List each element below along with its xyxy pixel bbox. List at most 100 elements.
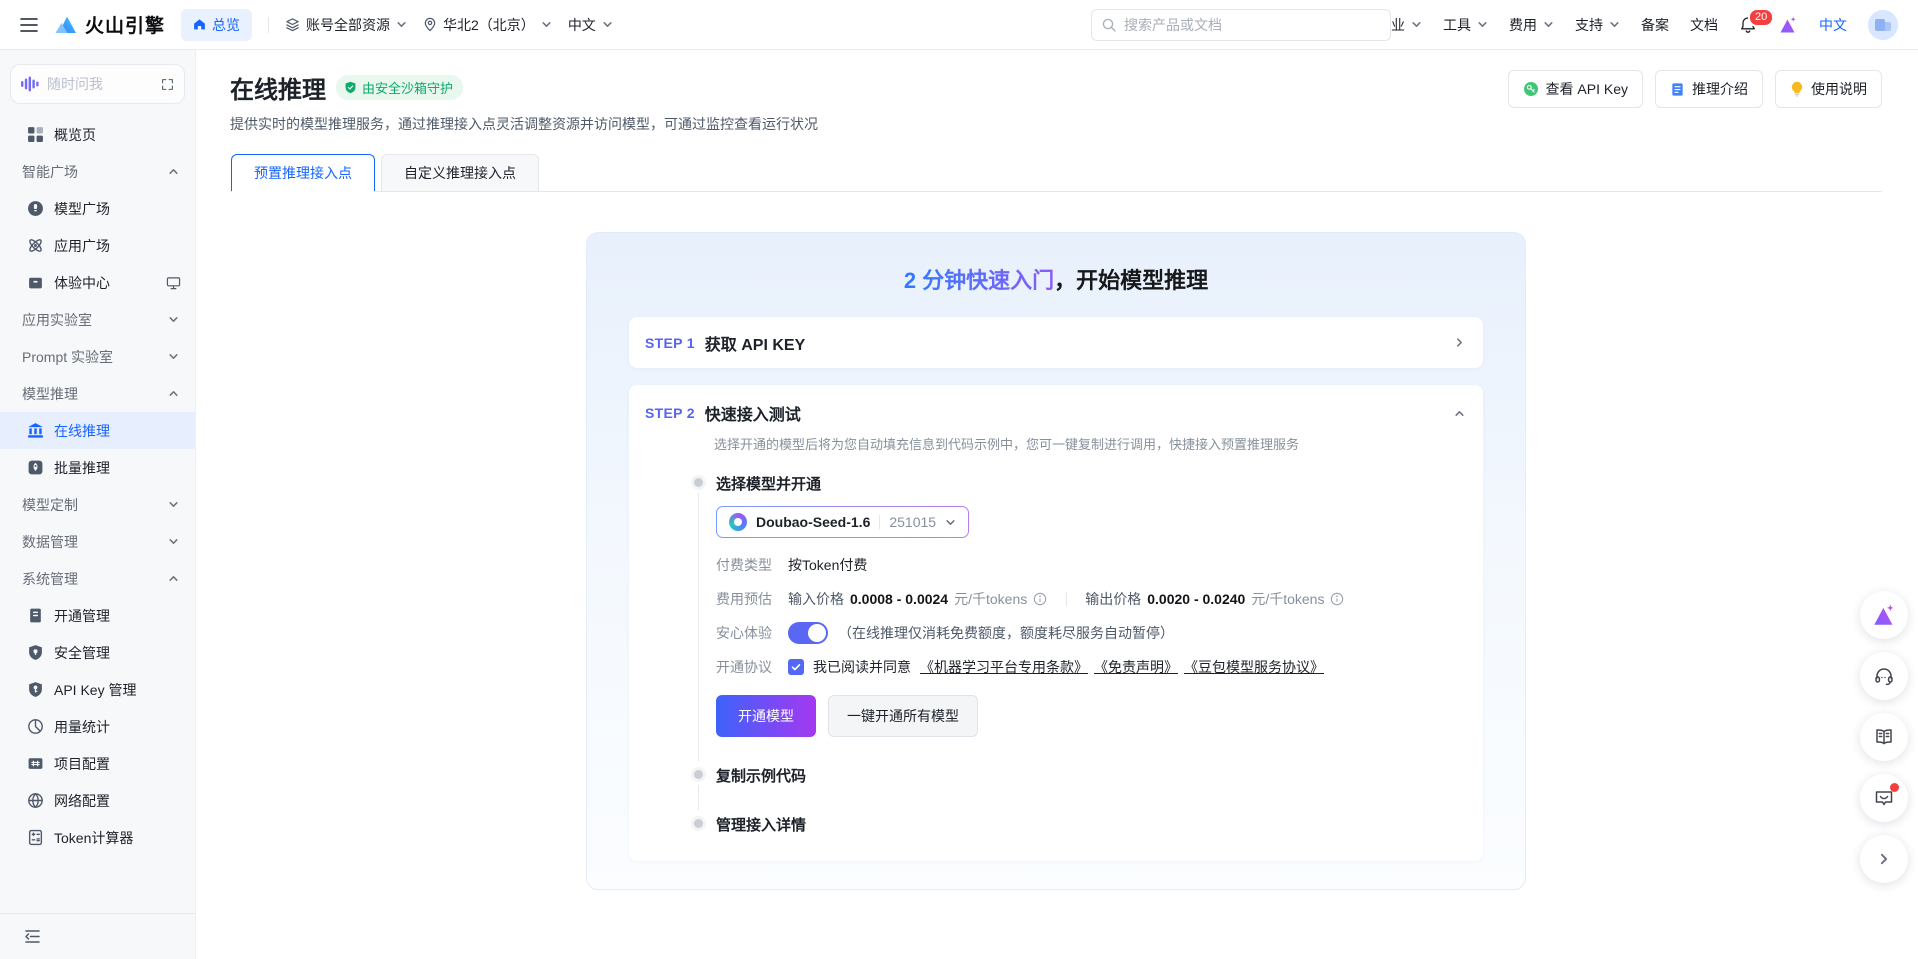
menu-icp[interactable]: 备案 [1641,15,1669,35]
step2-header[interactable]: STEP 2 快速接入测试 [645,401,1465,425]
terms-link-ml-platform[interactable]: 《机器学习平台专用条款》 [920,657,1088,677]
chevron-down-icon [945,517,956,528]
sidebar-group-data-management[interactable]: 数据管理 [0,523,195,560]
menu-tools[interactable]: 工具 [1443,15,1488,35]
account-scope-dropdown[interactable]: 账号全部资源 [285,15,407,35]
substep-manage-endpoint[interactable]: 管理接入详情 [694,814,1465,835]
hamburger-menu-icon[interactable] [20,18,38,32]
voice-wave-icon [21,76,39,92]
sidebar-item-project-configuration[interactable]: 项目配置 [0,745,195,782]
sidebar-item-app-plaza[interactable]: 应用广场 [0,227,195,264]
region-dropdown[interactable]: 华北2（北京） [423,15,552,35]
collapse-fabs-button[interactable] [1860,835,1908,883]
chevron-down-icon [168,499,179,510]
menu-billing[interactable]: 费用 [1509,15,1554,35]
tab-custom-endpoints[interactable]: 自定义推理接入点 [381,154,539,191]
sidebar-item-security-management[interactable]: 安全管理 [0,634,195,671]
account-scope-label: 账号全部资源 [306,15,390,35]
search-input[interactable] [1124,17,1380,33]
sidebar-group-app-lab[interactable]: 应用实验室 [0,301,195,338]
menu-docs[interactable]: 文档 [1690,15,1718,35]
timeline-connector [698,785,699,810]
key-shield-icon [27,681,44,698]
inference-intro-button[interactable]: 推理介绍 [1655,70,1763,108]
home-icon [193,18,206,31]
feedback-fab[interactable] [1860,774,1908,822]
info-icon[interactable] [1330,592,1344,606]
activate-model-button[interactable]: 开通模型 [716,695,816,737]
substep-copy-code[interactable]: 复制示例代码 [694,765,1465,786]
collapse-sidebar-icon[interactable] [24,929,41,944]
chevron-up-icon [168,573,179,584]
sidebar-item-experience-center[interactable]: 体验中心 [0,264,195,301]
notifications-button[interactable]: 20 [1739,16,1757,34]
sidebar-group-system-management[interactable]: 系统管理 [0,560,195,597]
agreement-checkbox[interactable] [788,659,804,675]
sidebar-group-smart-plaza[interactable]: 智能广场 [0,153,195,190]
pie-chart-icon [27,718,44,735]
ai-assistant-fab[interactable] [1860,591,1908,639]
output-price-unit: 元/千tokens [1251,589,1324,609]
sidebar-item-api-key-management[interactable]: API Key 管理 [0,671,195,708]
step1-card[interactable]: STEP 1 获取 API KEY [629,317,1483,368]
volcengine-logo[interactable]: 火山引擎 [54,11,165,38]
inference-tabs: 预置推理接入点 自定义推理接入点 [230,154,1882,192]
sidebar-group-prompt-lab[interactable]: Prompt 实验室 [0,338,195,375]
timeline-bullet [694,770,703,779]
language-dropdown[interactable]: 中文 [568,15,613,35]
region-label: 华北2（北京） [443,15,535,35]
chevron-down-icon [1477,19,1488,30]
sidebar-item-batch-inference[interactable]: 批量推理 [0,449,195,486]
user-avatar[interactable] [1868,10,1898,40]
sidebar-group-model-customization[interactable]: 模型定制 [0,486,195,523]
sidebar-item-token-calculator[interactable]: Token计算器 [0,819,195,856]
sidebar-item-overview[interactable]: 概览页 [0,116,195,153]
terms-link-doubao-service[interactable]: 《豆包模型服务协议》 [1184,657,1324,677]
page-header: 在线推理 由安全沙箱守护 提供实时的模型推理服务，通过推理接入点灵活调整资源并访… [230,70,1882,134]
sidebar-item-label: 批量推理 [54,458,110,478]
activate-all-models-button[interactable]: 一键开通所有模型 [828,695,978,737]
menu-support[interactable]: 支持 [1575,15,1620,35]
free-trial-toggle[interactable] [788,622,828,644]
overview-pill[interactable]: 总览 [181,9,252,41]
tab-preset-endpoints[interactable]: 预置推理接入点 [231,154,375,191]
input-price-label: 输入价格 [788,589,844,609]
sidebar-item-usage-statistics[interactable]: 用量统计 [0,708,195,745]
model-select-dropdown[interactable]: Doubao-Seed-1.6 251015 [716,506,969,538]
expand-icon[interactable] [161,78,174,91]
menu-label: 工具 [1443,15,1471,35]
sidebar-item-label: 体验中心 [54,273,110,293]
sidebar-item-network-configuration[interactable]: 网络配置 [0,782,195,819]
sidebar-item-activation-management[interactable]: 开通管理 [0,597,195,634]
shield-lock-icon [27,644,44,661]
volcano-logo-icon [54,15,78,35]
input-price-unit: 元/千tokens [954,589,1027,609]
docs-fab[interactable] [1860,713,1908,761]
sidebar-item-label: 概览页 [54,125,96,145]
substep-select-model: 选择模型并开通 Doubao-Seed-1.6 251015 [694,473,1465,737]
usage-guide-label: 使用说明 [1811,79,1867,99]
open-book-icon [1873,726,1895,748]
page-subtitle: 提供实时的模型推理服务，通过推理接入点灵活调整资源并访问模型，可通过监控查看运行… [230,114,818,134]
pay-type-value: 按Token付费 [788,555,867,575]
ai-ask-widget[interactable]: 随时问我 [10,64,185,104]
sidebar-item-model-plaza[interactable]: 模型广场 [0,190,195,227]
ai-assistant-button[interactable] [1778,15,1798,35]
support-fab[interactable] [1860,652,1908,700]
sidebar-item-online-inference[interactable]: 在线推理 [0,412,195,449]
step2-card: STEP 2 快速接入测试 选择开通的模型后将为您自动填充信息到代码示例中，您可… [629,385,1483,861]
usage-guide-button[interactable]: 使用说明 [1775,70,1882,108]
view-api-key-button[interactable]: 查看 API Key [1508,70,1643,108]
language-switch-link[interactable]: 中文 [1819,15,1847,35]
chevron-down-icon [168,314,179,325]
chevron-up-icon[interactable] [1454,408,1465,419]
menu-label: 文档 [1690,15,1718,35]
search-icon [1102,18,1116,32]
chevron-right-icon[interactable] [1454,337,1465,348]
global-search[interactable] [1091,9,1391,41]
terms-link-disclaimer[interactable]: 《免责声明》 [1094,657,1178,677]
info-icon[interactable] [1033,592,1047,606]
sidebar-group-model-inference[interactable]: 模型推理 [0,375,195,412]
chevron-down-icon [1411,19,1422,30]
sidebar-group-label: 模型定制 [22,495,78,515]
